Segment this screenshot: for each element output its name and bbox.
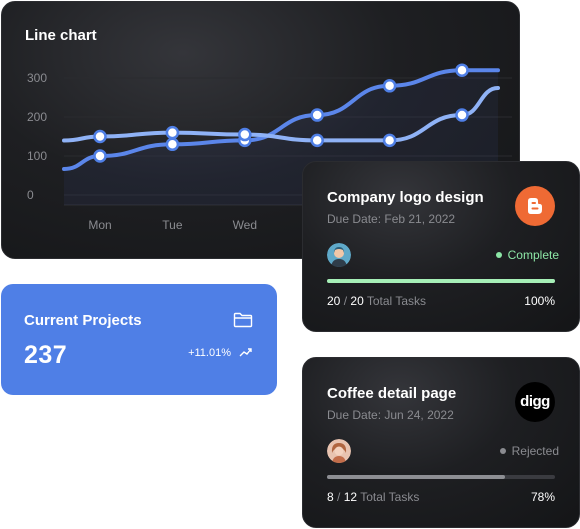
task-card-company-logo[interactable]: Company logo design Due Date: Feb 21, 20… — [302, 161, 580, 332]
status-text: Complete — [507, 248, 559, 262]
total-count: 12 — [343, 490, 358, 504]
data-point — [455, 63, 469, 77]
x-tick-label: Tue — [162, 218, 183, 232]
chart-title: Line chart — [25, 27, 97, 44]
total-label: Total Tasks — [360, 490, 420, 504]
status-text: Rejected — [511, 444, 559, 458]
task-title: Coffee detail page — [327, 385, 457, 402]
data-point — [165, 137, 180, 152]
status-dot — [495, 252, 502, 258]
task-title: Company logo design — [327, 189, 484, 206]
count-separator: / — [337, 490, 341, 504]
projects-label: Current Projects — [24, 312, 142, 329]
progress-percent: 100% — [524, 294, 555, 308]
task-count: 20 / 20 Total Tasks — [327, 294, 426, 308]
projects-count: 237 — [24, 341, 68, 369]
due-label: Due Date: — [327, 212, 382, 226]
done-count: 20 — [327, 294, 341, 308]
folder-icon[interactable] — [233, 312, 253, 328]
current-projects-card[interactable]: Current Projects 237 +11.01% — [1, 284, 277, 395]
status-dot — [499, 448, 506, 454]
x-tick-label: Mon — [88, 218, 111, 232]
due-value: Jun 24, 2022 — [384, 408, 454, 422]
due-label: Due Date: — [327, 408, 382, 422]
progress-track — [327, 279, 555, 283]
data-point — [93, 129, 107, 144]
status-badge: Complete — [495, 248, 559, 262]
data-point — [382, 79, 397, 93]
digg-logo-icon: digg — [515, 382, 555, 422]
y-tick-label: 100 — [27, 149, 47, 163]
task-due-date: Due Date: Jun 24, 2022 — [327, 408, 454, 422]
data-point — [238, 127, 252, 142]
task-card-coffee-detail[interactable]: Coffee detail page Due Date: Jun 24, 202… — [302, 357, 580, 528]
trending-up-icon — [239, 348, 252, 357]
y-tick-label: 300 — [27, 71, 47, 85]
task-due-date: Due Date: Feb 21, 2022 — [327, 212, 455, 226]
data-point — [93, 149, 107, 163]
due-value: Feb 21, 2022 — [384, 212, 456, 226]
done-count: 8 — [327, 490, 334, 504]
task-count: 8 / 12 Total Tasks — [327, 490, 419, 504]
total-count: 20 — [350, 294, 364, 308]
progress-fill — [327, 279, 555, 283]
blogger-logo-icon — [515, 186, 555, 226]
projects-change: +11.01% — [188, 347, 231, 359]
total-label: Total Tasks — [366, 294, 427, 308]
data-point — [310, 108, 324, 122]
avatar[interactable] — [327, 243, 351, 267]
y-tick-label: 200 — [27, 110, 47, 124]
status-badge: Rejected — [499, 444, 559, 458]
count-separator: / — [343, 294, 348, 308]
data-point — [165, 125, 180, 140]
digg-logo-text: digg — [520, 392, 550, 410]
progress-percent: 78% — [530, 490, 555, 504]
data-point — [310, 133, 324, 148]
y-tick-label: 0 — [27, 188, 34, 202]
data-point — [455, 108, 469, 122]
progress-fill — [327, 475, 505, 479]
avatar[interactable] — [327, 439, 351, 463]
data-point — [382, 133, 397, 148]
progress-track — [327, 475, 555, 479]
x-tick-label: Wed — [233, 218, 257, 232]
